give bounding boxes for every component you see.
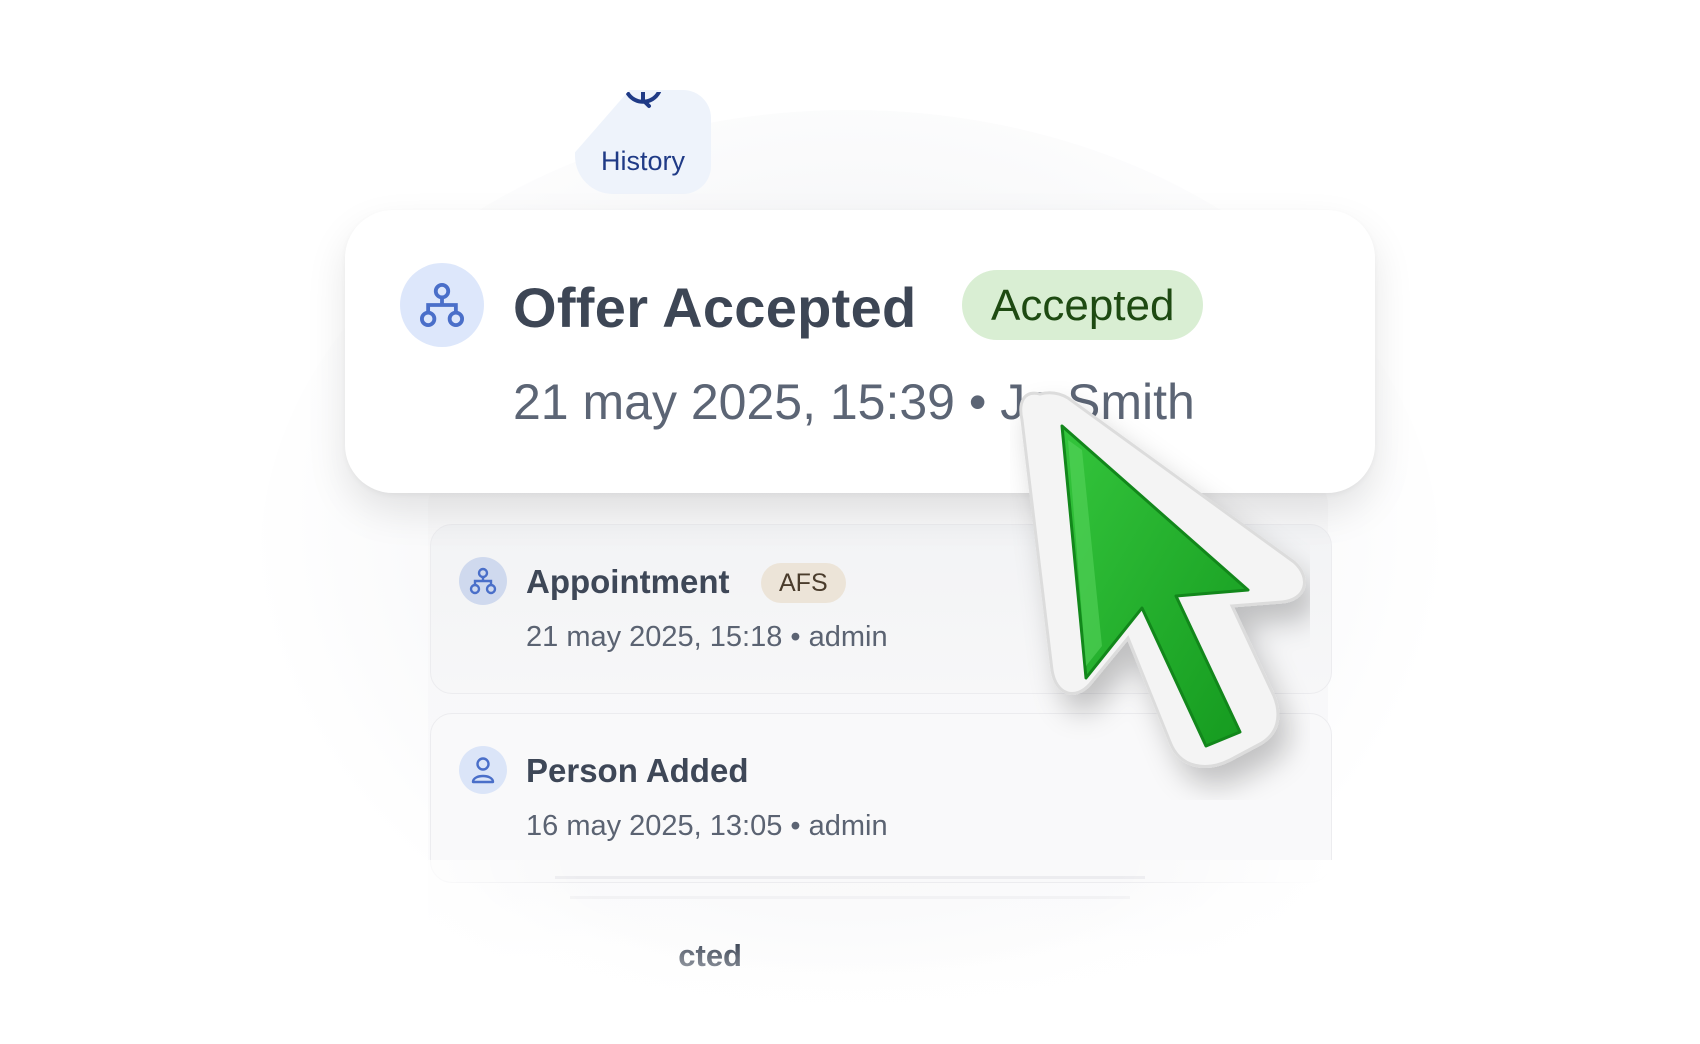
status-badge: Accepted: [962, 270, 1204, 340]
event-meta: 21 may 2025, 15:18 • admin: [526, 621, 888, 653]
workflow-icon: [459, 557, 507, 605]
pointer-cursor-icon: [1019, 391, 1306, 768]
event-meta: 16 may 2025, 13:05 • admin: [526, 810, 888, 842]
event-badge: AFS: [761, 563, 846, 603]
event-title: Person Added: [526, 752, 749, 789]
person-icon: [459, 746, 507, 794]
clock-icon: [625, 92, 661, 108]
workflow-icon: [400, 263, 484, 347]
event-title: Offer Accepted: [513, 276, 917, 339]
bottom-fade: [300, 860, 1400, 1044]
history-tab-label: History: [600, 146, 685, 176]
history-tab[interactable]: History: [575, 90, 711, 194]
event-title: Appointment: [526, 563, 730, 600]
